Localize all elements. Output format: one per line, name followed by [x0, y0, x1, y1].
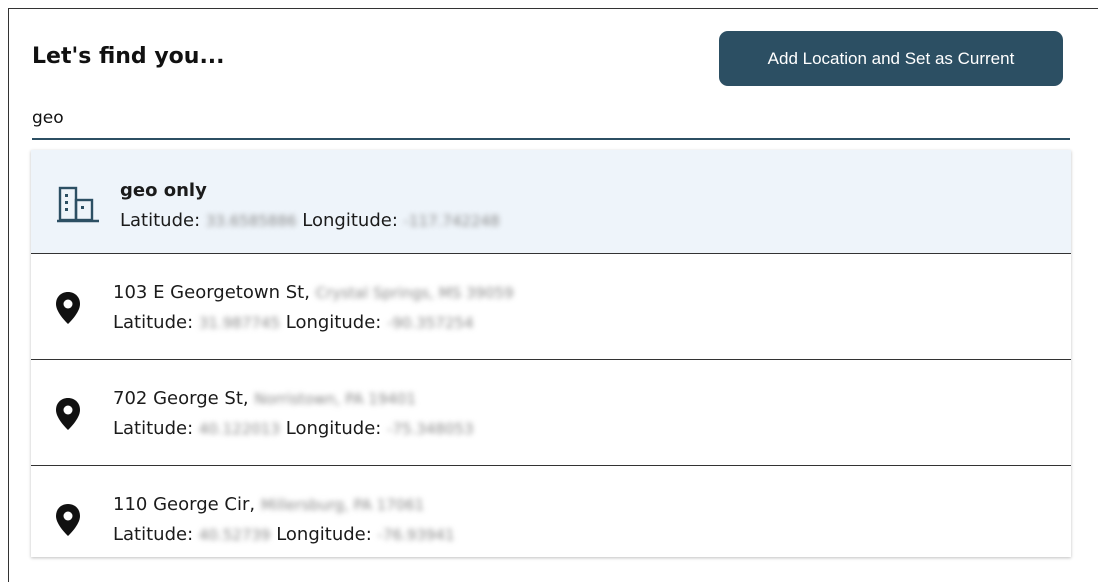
map-pin-icon	[55, 503, 81, 541]
longitude-value: -75.348053	[387, 420, 474, 438]
longitude-value: -90.357254	[387, 314, 474, 332]
search-field[interactable]	[32, 104, 1070, 140]
longitude-value: -117.742248	[403, 212, 500, 230]
longitude-value: -76.93941	[377, 526, 455, 544]
result-locality: Norristown, PA 19401	[254, 390, 417, 408]
building-icon	[57, 184, 99, 228]
result-item-geo-only[interactable]: geo only Latitude: 33.6585886 Longitude:…	[31, 150, 1071, 254]
result-coordinates: Latitude: 31.987745 Longitude: -90.35725…	[113, 308, 514, 338]
result-item[interactable]: 702 George St, Norristown, PA 19401 Lati…	[31, 360, 1071, 466]
latitude-value: 33.6585886	[205, 212, 297, 230]
result-name: 103 E Georgetown St,	[113, 282, 310, 303]
result-name: 702 George St,	[113, 388, 249, 409]
result-locality: Crystal Springs, MS 39059	[315, 284, 514, 302]
result-name: geo only	[120, 180, 207, 201]
add-location-button[interactable]: Add Location and Set as Current	[719, 31, 1063, 86]
result-coordinates: Latitude: 40.122013 Longitude: -75.34805…	[113, 414, 474, 444]
result-locality: Millersburg, PA 17061	[260, 496, 425, 514]
result-coordinates: Latitude: 40.52739 Longitude: -76.93941	[113, 520, 455, 550]
result-coordinates: Latitude: 33.6585886 Longitude: -117.742…	[120, 206, 500, 236]
page-title: Let's find you...	[32, 44, 225, 69]
results-list[interactable]: geo only Latitude: 33.6585886 Longitude:…	[31, 150, 1071, 557]
latitude-value: 40.122013	[198, 420, 281, 438]
search-input[interactable]	[32, 104, 1070, 128]
result-item[interactable]: 103 E Georgetown St, Crystal Springs, MS…	[31, 254, 1071, 360]
latitude-value: 40.52739	[198, 526, 271, 544]
map-pin-icon	[55, 291, 81, 329]
result-item[interactable]: 110 George Cir, Millersburg, PA 17061 La…	[31, 466, 1071, 557]
result-name: 110 George Cir,	[113, 494, 256, 515]
latitude-value: 31.987745	[198, 314, 281, 332]
map-pin-icon	[55, 397, 81, 435]
